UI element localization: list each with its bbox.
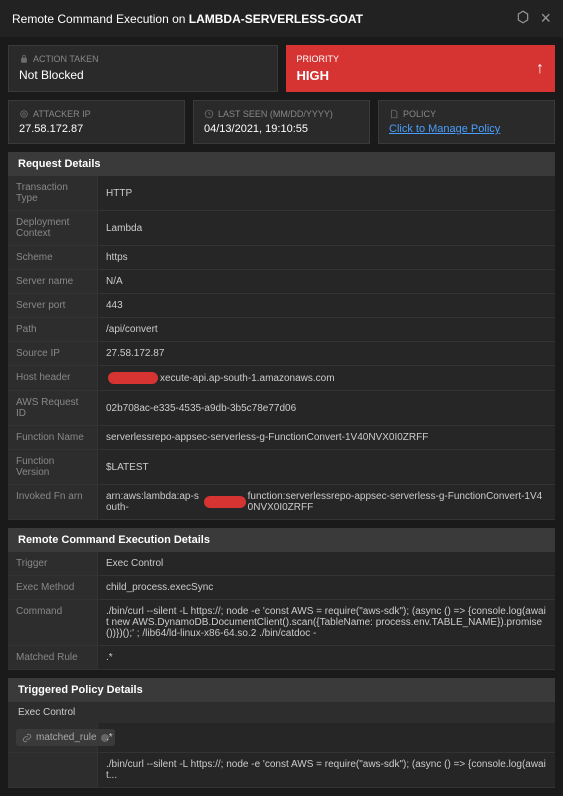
label-command: Command [8,600,98,645]
policy-link[interactable]: Click to Manage Policy [389,123,544,135]
redacted-block [108,372,158,384]
row-aws-request-id: AWS Request ID 02b708ac-e335-4535-a9db-3… [8,391,555,426]
row-function-version: Function Version $LATEST [8,450,555,485]
last-seen-card: LAST SEEN (MM/DD/YYYY) 04/13/2021, 19:10… [193,100,370,144]
value-deployment-context: Lambda [98,211,555,245]
row-server-port: Server port 443 [8,294,555,318]
summary-row: ACTION TAKEN Not Blocked PRIORITY HIGH ↑ [0,37,563,100]
value-matched-rule: .* [98,646,555,669]
value-transaction-type: HTTP [98,176,555,210]
row-invoked-fn-arn: Invoked Fn arn arn:aws:lambda:ap-south-f… [8,485,555,520]
policy-details-header: Triggered Policy Details [8,678,555,702]
row-command: Command ./bin/curl --silent -L https://;… [8,600,555,646]
row-scheme: Scheme https [8,246,555,270]
label-path: Path [8,318,98,341]
label-deployment-context: Deployment Context [8,211,98,245]
close-icon[interactable]: × [540,8,551,29]
value-function-version: $LATEST [98,450,555,484]
policy-card: POLICY Click to Manage Policy [378,100,555,144]
request-details-section: Request Details Transaction Type HTTP De… [8,152,555,520]
action-label: ACTION TAKEN [19,54,267,64]
value-host-header: xecute-api.ap-south-1.amazonaws.com [98,366,555,390]
lock-icon [19,54,29,64]
priority-label: PRIORITY [297,54,340,64]
value-function-name: serverlessrepo-appsec-serverless-g-Funct… [98,426,555,449]
row-trigger: Trigger Exec Control [8,552,555,576]
label-function-name: Function Name [8,426,98,449]
row-source-ip: Source IP 27.58.172.87 [8,342,555,366]
lastseen-label: LAST SEEN (MM/DD/YYYY) [204,109,359,119]
rce-details-header: Remote Command Execution Details [8,528,555,552]
info-row: ATTACKER IP 27.58.172.87 LAST SEEN (MM/D… [0,100,563,152]
attacker-label: ATTACKER IP [19,109,174,119]
row-path: Path /api/convert [8,318,555,342]
row-host-header: Host header xecute-api.ap-south-1.amazon… [8,366,555,391]
clock-icon [204,109,214,119]
policy-details-section: Triggered Policy Details Exec Control ma… [8,678,555,788]
row-exec-method: Exec Method child_process.execSync [8,576,555,600]
label-function-version: Function Version [8,450,98,484]
value-path: /api/convert [98,318,555,341]
row-matched-rule: Matched Rule .* [8,646,555,670]
label-scheme: Scheme [8,246,98,269]
policy-sub: Exec Control [8,702,555,723]
row-server-name: Server name N/A [8,270,555,294]
header-actions: × [516,8,551,29]
attacker-value: 27.58.172.87 [19,123,174,135]
row-function-name: Function Name serverlessrepo-appsec-serv… [8,426,555,450]
priority-value: HIGH [297,68,340,83]
value-scheme: https [98,246,555,269]
request-details-header: Request Details [8,152,555,176]
value-invoked-fn-arn: arn:aws:lambda:ap-south-function:serverl… [98,485,555,519]
label-host-header: Host header [8,366,98,390]
target-icon [19,109,29,119]
value-policy-footer: ./bin/curl --silent -L https://; node -e… [98,753,555,787]
value-command: ./bin/curl --silent -L https://; node -e… [98,600,555,645]
document-icon [389,109,399,119]
link-icon [22,733,32,743]
label-server-name: Server name [8,270,98,293]
panel-header: Remote Command Execution on LAMBDA-SERVE… [0,0,563,37]
label-aws-request-id: AWS Request ID [8,391,98,425]
label-source-ip: Source IP [8,342,98,365]
value-server-port: 443 [98,294,555,317]
priority-card: PRIORITY HIGH ↑ [286,45,556,92]
label-rule-chip: matched_rule [8,723,98,752]
label-exec-method: Exec Method [8,576,98,599]
value-server-name: N/A [98,270,555,293]
value-exec-method: child_process.execSync [98,576,555,599]
row-rule-chip: matched_rule .* [8,723,555,753]
value-rule-chip: .* [98,723,555,752]
label-invoked-fn-arn: Invoked Fn arn [8,485,98,519]
value-source-ip: 27.58.172.87 [98,342,555,365]
redacted-block [204,496,246,508]
app-name: LAMBDA-SERVERLESS-GOAT [189,12,363,26]
attacker-ip-card: ATTACKER IP 27.58.172.87 [8,100,185,144]
value-trigger: Exec Control [98,552,555,575]
rce-details-section: Remote Command Execution Details Trigger… [8,528,555,670]
label-server-port: Server port [8,294,98,317]
action-value: Not Blocked [19,68,267,82]
label-policy-footer [8,753,98,787]
title-prefix: Remote Command Execution [12,12,169,26]
lastseen-value: 04/13/2021, 19:10:55 [204,123,359,135]
value-aws-request-id: 02b708ac-e335-4535-a9db-3b5c78e77d06 [98,391,555,425]
label-matched-rule: Matched Rule [8,646,98,669]
label-transaction-type: Transaction Type [8,176,98,210]
arrow-up-icon: ↑ [536,60,544,78]
label-trigger: Trigger [8,552,98,575]
policy-label: POLICY [389,109,544,119]
row-transaction-type: Transaction Type HTTP [8,176,555,211]
globe-icon[interactable] [516,10,530,27]
title-on: on [169,12,189,26]
action-taken-card: ACTION TAKEN Not Blocked [8,45,278,92]
panel-title: Remote Command Execution on LAMBDA-SERVE… [12,12,363,26]
row-policy-footer: ./bin/curl --silent -L https://; node -e… [8,753,555,788]
row-deployment-context: Deployment Context Lambda [8,211,555,246]
